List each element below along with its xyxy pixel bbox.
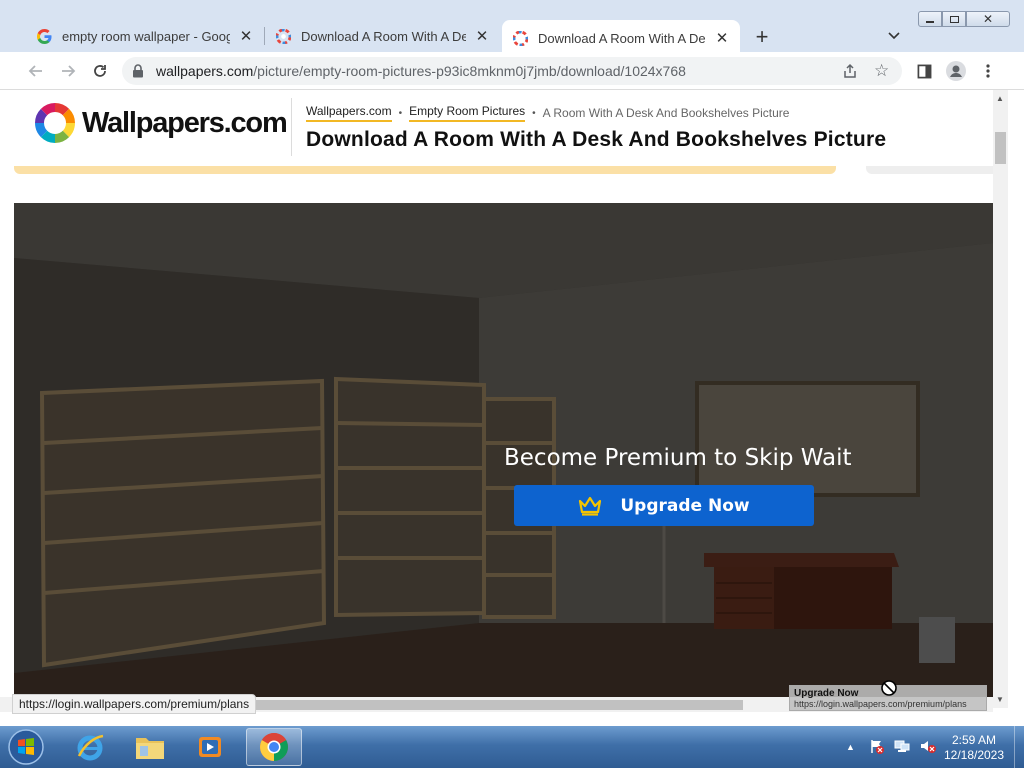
breadcrumb: Wallpapers.com • Empty Room Pictures • A… [306,104,789,122]
link-status-bubble: https://login.wallpapers.com/premium/pla… [12,694,257,714]
show-desktop-button[interactable] [1014,726,1024,768]
close-window-button[interactable]: ✕ [966,11,1010,27]
wallpapers-favicon [512,30,528,46]
page-title: Download A Room With A Desk And Bookshel… [306,128,887,151]
clock-time: 2:59 AM [951,733,997,747]
tab-google-search[interactable]: empty room wallpaper - Google ✕ [26,20,264,52]
lock-icon [133,64,143,78]
minimize-icon [926,20,934,23]
maximize-button[interactable] [942,11,966,27]
wall-board [695,381,920,497]
show-hidden-icons-icon[interactable]: ▲ [846,742,855,752]
desk [704,553,899,629]
upgrade-now-button[interactable]: Upgrade Now [514,485,814,526]
upgrade-now-label: Upgrade Now [620,495,750,516]
search-bar-strip [14,166,836,174]
scrollbar-thumb[interactable] [995,132,1006,164]
bookshelf-middle [334,376,486,618]
windows-orb-icon [8,729,44,765]
waste-bin [919,617,955,663]
taskbar-media-player[interactable] [182,728,238,766]
start-button[interactable] [6,727,46,767]
windows-taskbar: ▲ 2:59 AM 12/18/2023 [0,726,1024,768]
internet-explorer-icon [77,734,104,761]
breadcrumb-current: A Room With A Desk And Bookshelves Pictu… [542,106,790,120]
web-page: Wallpapers.com Wallpapers.com • Empty Ro… [0,90,1008,708]
kebab-menu-icon [986,64,990,78]
taskbar-internet-explorer[interactable] [62,728,118,766]
close-icon[interactable]: ✕ [238,28,254,45]
tab-download-room-1[interactable]: Download A Room With A Desk A ✕ [265,20,500,52]
taskbar-google-chrome[interactable] [246,728,302,766]
reload-button[interactable] [86,58,114,84]
tab-strip: empty room wallpaper - Google ✕ Download… [0,0,1024,56]
browser-toolbar: wallpapers.com/picture/empty-room-pictur… [0,52,1024,90]
url-path: /picture/empty-room-pictures-p93ic8mknm0… [253,63,686,79]
tab-search-chevron-icon[interactable] [882,24,906,48]
breadcrumb-category-link[interactable]: Empty Room Pictures [409,104,526,122]
side-panel-icon [917,64,931,78]
network-icon[interactable] [893,738,911,757]
breadcrumb-separator: • [532,107,536,119]
menu-button[interactable] [974,58,1002,84]
header-divider [291,98,292,156]
restore-icon [949,15,959,23]
tab-title: empty room wallpaper - Google [62,28,230,44]
tab-title: Download A Room With A Desk A [538,30,706,46]
url-text: wallpapers.com/picture/empty-room-pictur… [156,63,686,79]
header-strip-right [866,166,996,174]
unavailable-cursor-icon [881,680,897,696]
action-center-flag-icon[interactable] [869,738,885,757]
google-g-icon [36,28,52,44]
minimize-button[interactable] [918,11,942,27]
browser-window: empty room wallpaper - Google ✕ Download… [0,0,1024,726]
url-host: wallpapers.com [156,63,254,79]
side-panel-button[interactable] [910,58,938,84]
site-logo[interactable]: Wallpapers.com [34,102,288,144]
breadcrumb-home-link[interactable]: Wallpapers.com [306,104,392,122]
profile-avatar-icon [946,61,966,81]
media-player-icon [199,737,221,757]
new-tab-button[interactable]: + [748,24,776,50]
tab-download-room-active[interactable]: Download A Room With A Desk A ✕ [502,20,740,56]
reload-icon [94,65,106,77]
system-tray: ▲ [840,726,937,768]
wallpapers-favicon [275,28,291,44]
bookshelf-left [39,378,327,668]
close-icon: ✕ [982,12,994,26]
share-icon[interactable] [842,63,858,84]
color-wheel-logo-icon [35,103,75,143]
tab-title: Download A Room With A Desk A [301,28,466,44]
scroll-up-arrow-icon[interactable]: ▲ [996,94,1004,103]
clock-date: 12/18/2023 [943,748,1005,762]
premium-skip-wait-text: Become Premium to Skip Wait [504,445,852,471]
back-arrow-icon [28,65,42,77]
taskbar-clock[interactable]: 2:59 AM 12/18/2023 [934,733,1014,763]
crown-icon [578,496,602,516]
close-icon[interactable]: ✕ [474,28,490,45]
breadcrumb-separator: • [398,107,403,119]
folder-icon [136,738,164,759]
bookmark-star-icon[interactable]: ☆ [874,62,889,80]
forward-arrow-icon [62,65,76,77]
close-icon[interactable]: ✕ [714,30,730,47]
forward-button[interactable] [54,58,82,84]
address-bar[interactable]: wallpapers.com/picture/empty-room-pictur… [122,57,902,85]
hscrollbar-thumb[interactable] [256,700,743,710]
back-button[interactable] [22,58,50,84]
chrome-icon [260,733,288,761]
logo-wordmark: Wallpapers.com [82,106,288,139]
profile-button[interactable] [942,58,970,84]
wallpaper-preview: Become Premium to Skip Wait Upgrade Now [14,203,993,697]
scroll-down-arrow-icon[interactable]: ▼ [996,695,1004,704]
tooltip-url: https://login.wallpapers.com/premium/pla… [794,699,967,709]
taskbar-file-explorer[interactable] [122,728,178,766]
vertical-scrollbar[interactable]: ▲ ▼ [993,90,1008,708]
